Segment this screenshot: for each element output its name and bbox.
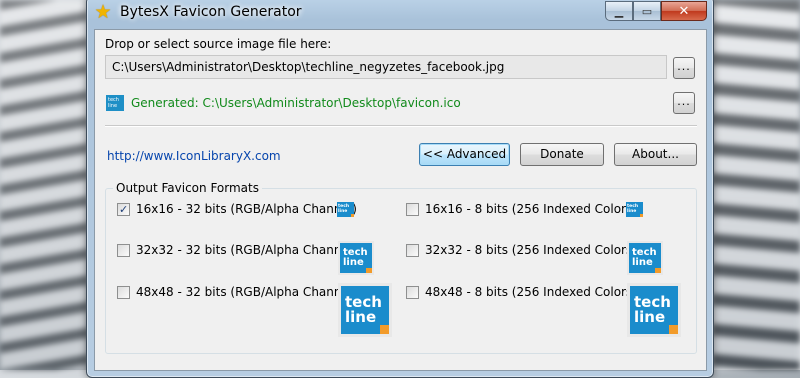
maximize-icon: ▭ xyxy=(641,4,653,18)
format-16-32bit[interactable]: 16x16 - 32 bits (RGB/Alpha Channel) xyxy=(117,202,357,216)
maximize-button[interactable]: ▭ xyxy=(633,1,661,21)
star-icon: ★ xyxy=(94,1,112,23)
format-48-32bit-checkbox[interactable] xyxy=(117,286,130,299)
format-48-32bit[interactable]: 48x48 - 32 bits (RGB/Alpha Channel) xyxy=(117,285,357,299)
format-48-8bit-label: 48x48 - 8 bits (256 Indexed Colors) xyxy=(425,285,637,299)
format-16-32bit-label: 16x16 - 32 bits (RGB/Alpha Channel) xyxy=(136,202,357,216)
advanced-button[interactable]: << Advanced xyxy=(419,143,510,166)
format-48-8bit[interactable]: 48x48 - 8 bits (256 Indexed Colors) xyxy=(406,285,637,299)
format-48-32bit-label: 48x48 - 32 bits (RGB/Alpha Channel) xyxy=(136,285,357,299)
output-browse-button[interactable]: ... xyxy=(673,92,695,114)
background-right xyxy=(712,0,800,370)
separator xyxy=(105,125,697,127)
close-icon: ✕ xyxy=(678,3,690,19)
minimize-icon: ▁ xyxy=(614,4,624,18)
preview-48-32bit-image: tech line xyxy=(338,283,392,337)
format-32-32bit[interactable]: 32x32 - 32 bits (RGB/Alpha Channel) xyxy=(117,243,357,257)
format-32-8bit-checkbox[interactable] xyxy=(406,244,419,257)
source-label: Drop or select source image file here: xyxy=(105,37,332,51)
source-browse-button[interactable]: ... xyxy=(673,57,695,79)
format-16-8bit[interactable]: 16x16 - 8 bits (256 Indexed Colors) xyxy=(406,202,637,216)
close-button[interactable]: ✕ xyxy=(661,1,707,21)
format-16-8bit-checkbox[interactable] xyxy=(406,203,419,216)
preview-32-8bit-image: tech line xyxy=(627,241,663,275)
donate-button[interactable]: Donate xyxy=(520,143,604,166)
preview-16-32bit-image: tech line xyxy=(337,202,354,217)
format-32-32bit-checkbox[interactable] xyxy=(117,244,130,257)
format-16-8bit-label: 16x16 - 8 bits (256 Indexed Colors) xyxy=(425,202,637,216)
window-title: BytesX Favicon Generator xyxy=(120,4,302,20)
format-16-32bit-checkbox[interactable] xyxy=(117,203,130,216)
format-32-32bit-label: 32x32 - 32 bits (RGB/Alpha Channel) xyxy=(136,243,357,257)
website-link[interactable]: http://www.IconLibraryX.com xyxy=(107,149,281,163)
client-area: Drop or select source image file here: C… xyxy=(94,29,707,371)
minimize-button[interactable]: ▁ xyxy=(605,1,633,21)
caption-buttons: ▁ ▭ ✕ xyxy=(605,1,707,21)
background-left xyxy=(0,0,88,370)
preview-16-8bit-image: tech line xyxy=(626,202,643,217)
format-48-8bit-checkbox[interactable] xyxy=(406,286,419,299)
source-path-field[interactable]: C:\Users\Administrator\Desktop\techline_… xyxy=(105,55,667,79)
generated-path-text: Generated: C:\Users\Administrator\Deskto… xyxy=(131,96,461,110)
preview-32-32bit-image: tech line xyxy=(338,241,374,275)
title-bar[interactable]: ★ BytesX Favicon Generator ▁ ▭ ✕ xyxy=(87,0,713,29)
app-window: ★ BytesX Favicon Generator ▁ ▭ ✕ Drop or… xyxy=(86,0,714,378)
preview-48-8bit-image: tech line xyxy=(627,283,681,337)
output-formats-title: Output Favicon Formats xyxy=(113,181,262,195)
format-32-8bit-label: 32x32 - 8 bits (256 Indexed Colors) xyxy=(425,243,637,257)
format-32-8bit[interactable]: 32x32 - 8 bits (256 Indexed Colors) xyxy=(406,243,637,257)
about-button[interactable]: About... xyxy=(614,143,697,166)
generated-file-icon: tech line xyxy=(106,95,124,111)
